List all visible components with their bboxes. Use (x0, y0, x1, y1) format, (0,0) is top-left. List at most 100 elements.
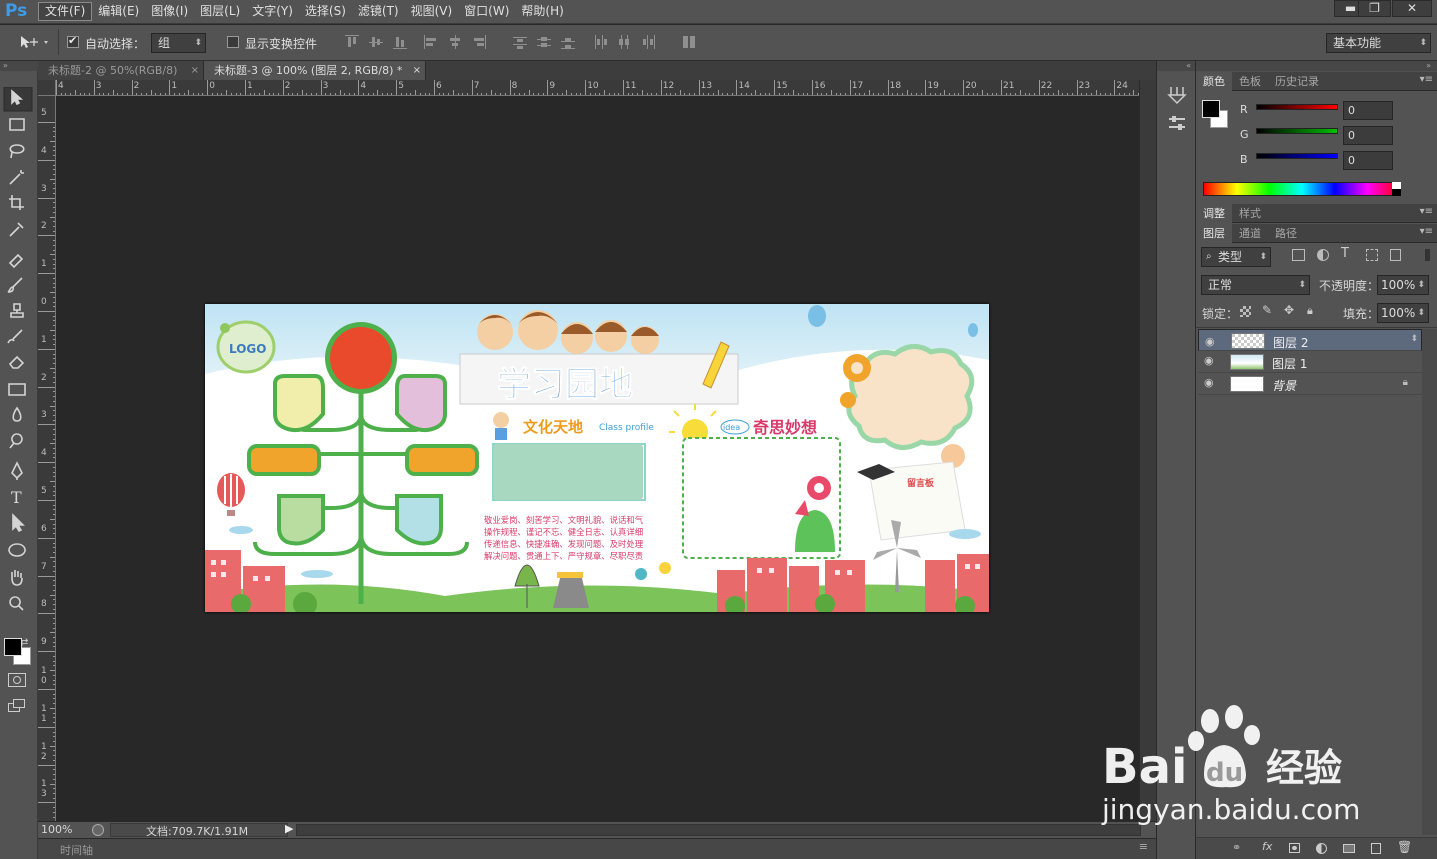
channel-r-slider[interactable] (1256, 104, 1338, 110)
align-top-icon[interactable] (345, 35, 359, 49)
magic-wand-icon[interactable] (9, 170, 24, 185)
menu-filter[interactable]: 滤镜(T) (352, 2, 405, 21)
lock-transparent-icon[interactable] (1240, 306, 1251, 317)
dodge-tool-icon[interactable] (9, 433, 23, 449)
trash-icon[interactable]: 🗑︎ (1397, 840, 1412, 854)
move-tool-preset-icon[interactable] (18, 34, 52, 50)
channel-g-slider[interactable] (1256, 128, 1338, 134)
screen-mode-icon[interactable] (8, 699, 26, 713)
filter-type-icon[interactable]: T (1341, 246, 1349, 261)
link-icon[interactable]: ⚭ (1232, 841, 1241, 854)
tab-styles[interactable]: 样式 (1232, 204, 1268, 223)
layer-row-background[interactable]: ◉ 背景 🔒︎ (1198, 373, 1422, 395)
layers-scrollbar[interactable] (1422, 329, 1437, 835)
pen-tool-icon[interactable] (11, 461, 23, 480)
blur-tool-icon[interactable] (12, 406, 22, 422)
healing-brush-icon[interactable] (8, 253, 24, 269)
lock-all-icon[interactable]: 🔒︎ (1307, 304, 1313, 318)
tab-document-2[interactable]: 未标题-2 @ 50%(RGB/8) × (38, 61, 204, 80)
visibility-eye-icon[interactable]: ◉ (1204, 376, 1214, 389)
clone-stamp-icon[interactable] (10, 303, 24, 318)
filter-smart-object-icon[interactable] (1390, 249, 1401, 261)
align-left-icon[interactable] (424, 35, 438, 49)
new-layer-icon[interactable] (1371, 843, 1381, 854)
ellipse-tool-icon[interactable] (8, 543, 26, 557)
adjustment-icon[interactable] (1316, 843, 1327, 854)
collapse-icon[interactable]: » (0, 61, 38, 71)
close-tab-icon[interactable]: × (191, 61, 199, 80)
menu-layer[interactable]: 图层(L) (194, 2, 246, 21)
layer-name[interactable]: 图层 1 (1272, 355, 1307, 372)
ruler-origin[interactable] (38, 80, 56, 96)
menu-window[interactable]: 窗口(W) (458, 2, 515, 21)
distribute-vcenter-icon[interactable] (537, 35, 551, 49)
marquee-tool-icon[interactable] (9, 118, 25, 131)
channel-r-input[interactable]: 0 (1343, 101, 1393, 120)
brush-presets-icon[interactable] (1167, 85, 1187, 105)
filter-shape-icon[interactable] (1366, 249, 1378, 261)
tab-history[interactable]: 历史记录 (1268, 72, 1326, 91)
collapse-icon[interactable]: « (1157, 61, 1195, 71)
timeline-label[interactable]: 时间轴 (60, 842, 93, 858)
visibility-eye-icon[interactable]: ◉ (1205, 333, 1215, 351)
distribute-top-icon[interactable] (513, 35, 527, 49)
canvas-area[interactable]: LOGO 学习园地 文化天地 Class profile 敬业爱岗、刻苦学习、文… (56, 96, 1139, 821)
hand-tool-icon[interactable] (11, 570, 23, 586)
visibility-eye-icon[interactable]: ◉ (1204, 354, 1214, 367)
lock-pixels-icon[interactable]: ✎ (1262, 303, 1272, 317)
collapse-icon[interactable]: » (1196, 61, 1437, 71)
brush-tool-icon[interactable] (7, 277, 23, 293)
layer-name[interactable]: 背景 (1272, 377, 1296, 394)
layer-filter-dropdown[interactable]: ⌕ 类型 (1201, 247, 1271, 267)
mask-icon[interactable] (1289, 843, 1300, 853)
channel-g-input[interactable]: 0 (1343, 126, 1393, 145)
tab-layers[interactable]: 图层 (1196, 224, 1232, 243)
close-window-button[interactable]: ✕ (1392, 0, 1432, 17)
foreground-color-swatch[interactable] (4, 638, 22, 656)
tab-document-3[interactable]: 未标题-3 @ 100% (图层 2, RGB/8) * × (204, 61, 426, 80)
status-menu-arrow-icon[interactable]: ▶ (285, 822, 293, 835)
menu-select[interactable]: 选择(S) (299, 2, 352, 21)
align-hcenter-icon[interactable] (448, 35, 462, 49)
distribute-hcenter-icon[interactable] (617, 35, 631, 49)
lasso-tool-icon[interactable] (9, 144, 25, 159)
crop-tool-icon[interactable] (9, 195, 24, 210)
filter-pixel-icon[interactable] (1292, 249, 1305, 261)
vertical-ruler[interactable]: 5 4 3 2 1 0 1 2 3 4 5 6 7 8 9 10 11 12 13 (38, 96, 56, 821)
zoom-tool-icon[interactable] (9, 596, 24, 611)
gradient-tool-icon[interactable] (8, 383, 26, 396)
blend-mode-dropdown[interactable]: 正常 (1201, 275, 1310, 295)
show-transform-checkbox[interactable] (227, 36, 239, 48)
menu-view[interactable]: 视图(V) (405, 2, 459, 21)
document-canvas[interactable]: LOGO 学习园地 文化天地 Class profile 敬业爱岗、刻苦学习、文… (205, 304, 989, 612)
auto-align-icon[interactable] (682, 35, 696, 49)
distribute-left-icon[interactable] (593, 35, 607, 49)
menu-type[interactable]: 文字(Y) (246, 2, 299, 21)
align-bottom-icon[interactable] (393, 35, 407, 49)
color-foreground-swatch[interactable] (1202, 100, 1220, 118)
folder-icon[interactable] (1343, 844, 1355, 853)
align-vcenter-icon[interactable] (369, 35, 383, 49)
tab-adjustments[interactable]: 调整 (1196, 204, 1232, 223)
menu-edit[interactable]: 编辑(E) (92, 2, 145, 21)
status-preview-icon[interactable] (92, 824, 104, 836)
properties-icon[interactable] (1167, 113, 1187, 133)
restore-button[interactable]: ❐ (1358, 0, 1391, 17)
distribute-bottom-icon[interactable] (561, 35, 575, 49)
channel-b-slider[interactable] (1256, 153, 1338, 159)
horizontal-scrollbar[interactable] (296, 824, 1141, 836)
lock-position-icon[interactable]: ✥ (1284, 303, 1294, 317)
filter-adjustment-icon[interactable] (1317, 249, 1329, 261)
tab-paths[interactable]: 路径 (1268, 224, 1304, 243)
auto-select-dropdown[interactable]: 组 (151, 33, 206, 53)
panel-menu-icon[interactable]: ▾≡ (1420, 226, 1433, 237)
channel-b-input[interactable]: 0 (1343, 151, 1393, 170)
menu-file[interactable]: 文件(F) (38, 2, 93, 21)
tab-color[interactable]: 颜色 (1196, 72, 1232, 91)
path-select-icon[interactable] (12, 513, 25, 533)
panel-menu-icon[interactable]: ▾≡ (1420, 206, 1433, 217)
tab-swatches[interactable]: 色板 (1232, 72, 1268, 91)
quick-mask-icon[interactable] (8, 673, 26, 687)
type-tool-icon[interactable]: T (11, 488, 22, 507)
zoom-level[interactable]: 100% (41, 823, 72, 836)
